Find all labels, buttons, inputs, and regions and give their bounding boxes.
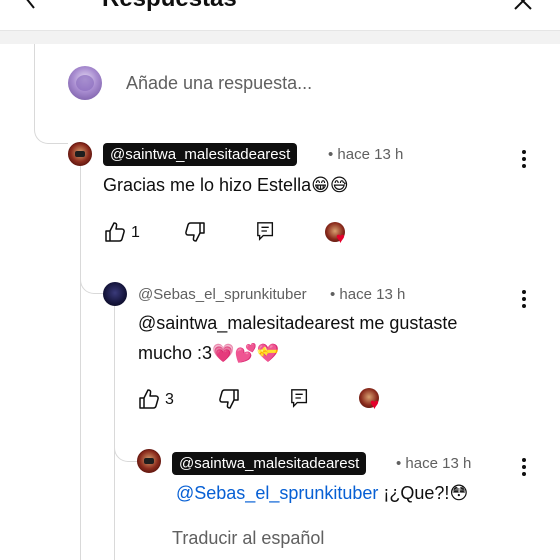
thread-line bbox=[114, 432, 138, 462]
like-icon[interactable] bbox=[104, 221, 126, 243]
like-icon[interactable] bbox=[138, 388, 160, 410]
author-handle[interactable]: @saintwa_malesitadearest bbox=[103, 143, 298, 166]
avatar[interactable] bbox=[137, 449, 161, 473]
avatar[interactable] bbox=[103, 282, 127, 306]
reply-input[interactable]: Añade una respuesta... bbox=[126, 73, 312, 94]
back-arrow-icon[interactable] bbox=[22, 0, 38, 10]
comment-emoji: 😳 bbox=[449, 483, 469, 504]
dislike-icon[interactable] bbox=[218, 388, 240, 410]
more-options-icon[interactable] bbox=[521, 290, 527, 308]
thread-line bbox=[80, 268, 104, 294]
like-count: 1 bbox=[131, 224, 140, 241]
avatar[interactable] bbox=[68, 66, 102, 100]
mention-link[interactable]: @Sebas_el_sprunkituber bbox=[176, 483, 378, 503]
author-handle[interactable]: @Sebas_el_sprunkituber bbox=[138, 286, 307, 303]
author-handle[interactable]: @saintwa_malesitadearest bbox=[172, 452, 367, 475]
creator-heart-icon: ♥ bbox=[359, 388, 385, 414]
timestamp: • hace 13 h bbox=[396, 455, 472, 472]
page-title: Respuestas bbox=[102, 0, 237, 13]
reply-icon[interactable] bbox=[290, 387, 310, 409]
timestamp: • hace 13 h bbox=[328, 146, 404, 163]
thread-line bbox=[80, 166, 81, 560]
comment-emoji: 😁😅 bbox=[311, 175, 349, 196]
timestamp: • hace 13 h bbox=[330, 286, 406, 303]
like-count: 3 bbox=[165, 391, 174, 408]
thread-line bbox=[34, 44, 68, 144]
close-icon[interactable] bbox=[512, 0, 534, 12]
header-bar: Respuestas bbox=[0, 0, 560, 30]
reply-icon[interactable] bbox=[256, 220, 276, 242]
more-options-icon[interactable] bbox=[521, 150, 527, 168]
comment-text: @Sebas_el_sprunkituber ¡¿Que?!😳 bbox=[176, 483, 469, 504]
creator-heart-icon: ♥ bbox=[325, 222, 351, 248]
header-divider bbox=[0, 30, 560, 44]
comment-text: Gracias me lo hizo Estella😁😅 bbox=[103, 175, 349, 196]
translate-link[interactable]: Traducir al español bbox=[172, 528, 324, 549]
comment-emoji: 💗💕💝 bbox=[212, 343, 280, 364]
avatar[interactable] bbox=[68, 142, 92, 166]
comment-text: @saintwa_malesitadearest me gustaste muc… bbox=[138, 313, 458, 364]
dislike-icon[interactable] bbox=[184, 221, 206, 243]
more-options-icon[interactable] bbox=[521, 458, 527, 476]
